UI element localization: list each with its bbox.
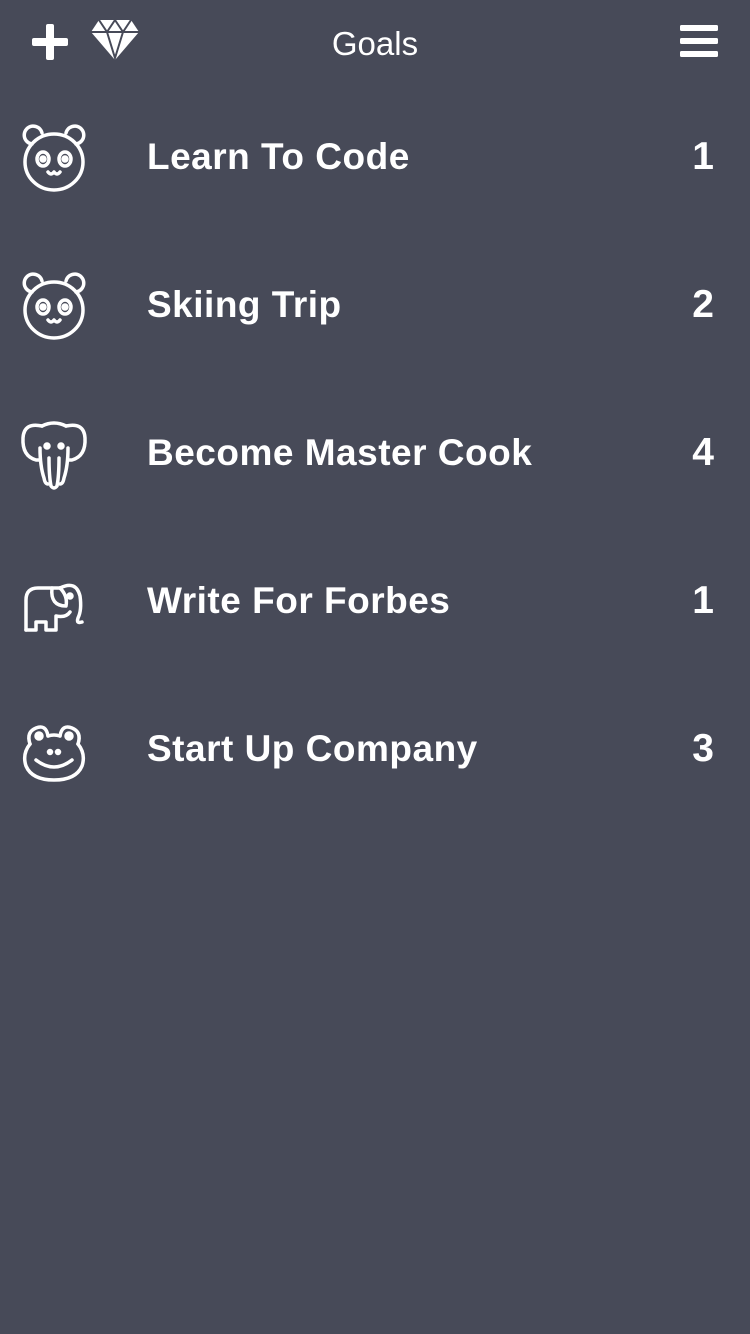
panda-icon	[20, 270, 88, 342]
goal-list: Learn To Code 1 Skiing Trip 2 Become Mas…	[0, 84, 750, 824]
plus-icon[interactable]	[30, 22, 70, 62]
elephant-front-icon	[20, 418, 88, 490]
hamburger-menu-icon[interactable]	[678, 22, 720, 60]
diamond-icon[interactable]	[88, 16, 142, 64]
goal-row[interactable]: Learn To Code 1	[0, 84, 750, 232]
goal-name: Write For Forbes	[147, 580, 451, 621]
goal-name: Learn To Code	[147, 136, 410, 177]
panda-icon	[20, 122, 88, 194]
elephant-side-icon	[20, 566, 88, 638]
goal-count: 4	[692, 431, 714, 474]
goal-name: Start Up Company	[147, 728, 478, 769]
goal-row[interactable]: Write For Forbes 1	[0, 528, 750, 676]
goal-count: 1	[692, 135, 714, 178]
goal-name: Become Master Cook	[147, 432, 533, 473]
goal-count: 1	[692, 579, 714, 622]
goal-name: Skiing Trip	[147, 284, 342, 325]
top-navigation-bar: Goals	[0, 0, 750, 88]
goal-row[interactable]: Skiing Trip 2	[0, 232, 750, 380]
goal-count: 3	[692, 727, 714, 770]
goal-row[interactable]: Become Master Cook 4	[0, 380, 750, 528]
goal-row[interactable]: Start Up Company 3	[0, 676, 750, 824]
frog-icon	[20, 714, 88, 786]
goal-count: 2	[692, 283, 714, 326]
